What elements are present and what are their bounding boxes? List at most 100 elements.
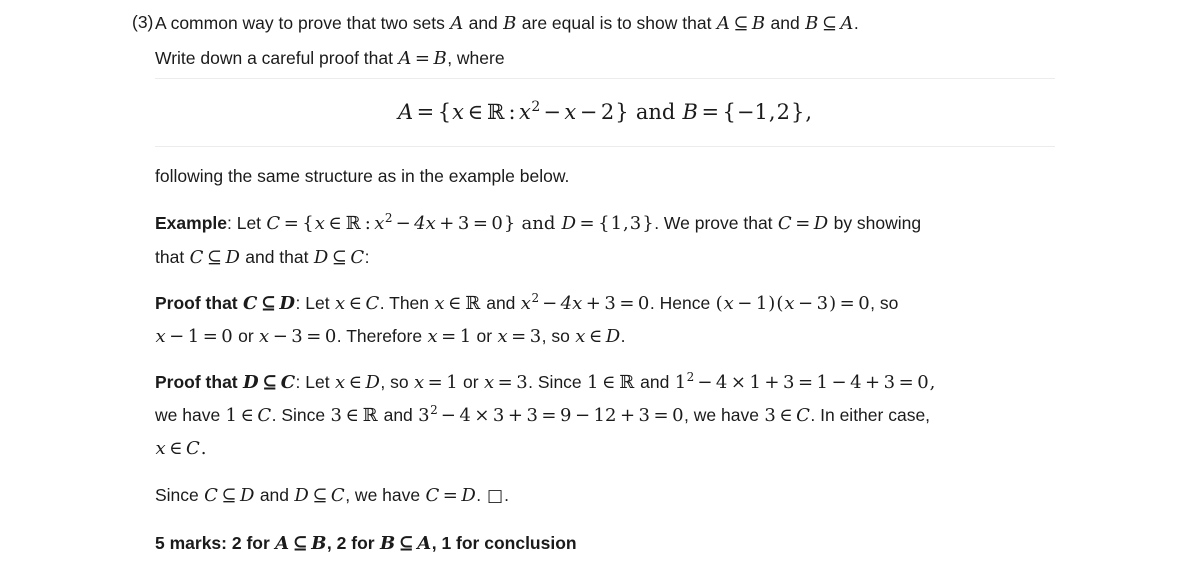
equals-sign: = (414, 48, 430, 69)
value-one: 1 (755, 293, 768, 314)
intro-line2-end: , where (447, 48, 505, 68)
period: . (504, 485, 509, 505)
value-three: 3 (529, 326, 542, 347)
set-var-x: x (314, 213, 325, 234)
equals-sign: = (795, 213, 811, 234)
equals-sign: = (797, 372, 814, 393)
so-text: , so (380, 372, 414, 392)
reals-symbol: ℝ (345, 213, 361, 234)
example-line-1: Example: Let C = {x ∈ ℝ: x2−4x +3 = 0} and D = {1,… (155, 212, 921, 235)
divider-bottom (155, 146, 1055, 147)
value-three: 3 (330, 405, 342, 426)
value-four: 4 (459, 405, 471, 426)
and-text: and (254, 485, 294, 505)
and-word (629, 100, 636, 124)
var-c: C (425, 485, 440, 506)
colon-let-text: : Let (295, 372, 335, 392)
or-text: or (233, 326, 259, 346)
reals-symbol: ℝ (487, 100, 505, 124)
var-d: D (561, 213, 577, 234)
set-brace-open: { (302, 213, 314, 234)
value-zero: 0 (637, 293, 650, 314)
minus-sign: − (395, 213, 411, 234)
intro-text-a: A common way to prove that two sets (155, 13, 450, 33)
and-word-text: and (635, 100, 676, 124)
paren-close: ) (768, 293, 776, 314)
three-squared-base: 3 (418, 405, 430, 426)
and-text: and (481, 293, 521, 313)
marks-prefix: 5 marks: 2 for (155, 533, 275, 553)
plus-sign: + (865, 372, 881, 393)
var-x: x (427, 326, 438, 347)
equals-sign: = (898, 372, 914, 393)
example-line2-end: : (364, 247, 370, 267)
times-icon: × (730, 372, 746, 393)
one-squared-base: 1 (674, 372, 687, 393)
since-text: Since (155, 485, 204, 505)
minus-sign: − (272, 326, 288, 347)
so-text: , so (870, 293, 899, 313)
var-c: C (266, 213, 281, 234)
equals-sign: = (472, 213, 488, 234)
divider-top (155, 78, 1055, 79)
var-x: x (334, 372, 346, 393)
minus-sign: − (798, 293, 814, 314)
var-c: C (777, 213, 792, 234)
set-brace-open: { (437, 100, 452, 124)
trailing-comma: , (805, 100, 813, 124)
term-4x: 4x (414, 213, 436, 234)
subset-icon: ⊆ (398, 533, 414, 554)
x-squared-base: x (374, 213, 385, 234)
var-d: D (813, 213, 829, 234)
element-of-icon: ∈ (169, 438, 183, 459)
by-showing-text: by showing (828, 213, 922, 233)
value-zero: 0 (917, 372, 929, 393)
rhs-brace-close: } (790, 100, 805, 124)
plus-sign: + (507, 405, 523, 426)
and-text: and (635, 372, 675, 392)
value-three: 3 (883, 372, 896, 393)
intro-line2-text: Write down a careful proof that (155, 48, 398, 68)
minus-sign: − (574, 405, 591, 426)
proof-dc-line-2: we have 1 ∈ C. Since 3 ∈ ℝ and 32−4 × 3 +3 = 9−12… (155, 404, 930, 427)
var-x: x (723, 293, 734, 314)
d-brace-open: { (598, 213, 610, 234)
subset-icon: ⊆ (221, 485, 237, 506)
minus-sign: − (737, 293, 753, 314)
value-zero: 0 (672, 405, 684, 426)
subset-icon: ⊆ (312, 485, 328, 506)
question-page: (3) A common way to prove that two sets … (0, 0, 1200, 568)
element-of-icon: ∈ (779, 405, 793, 426)
var-c: C (185, 438, 200, 459)
intro-text-c: are equal is to show that (516, 13, 717, 33)
var-d: D (243, 372, 259, 393)
var-x: x (434, 293, 445, 314)
equals-sign: = (653, 405, 669, 426)
that-text: that (155, 247, 190, 267)
eq-var-a: A (398, 48, 412, 69)
value-three: 3 (516, 372, 528, 393)
proof-cd-line-1: Proof that C ⊆ D: Let x ∈ C. Then x ∈ ℝ and x2… (155, 292, 898, 315)
element-of-icon: ∈ (588, 326, 603, 347)
element-of-icon: ∈ (345, 405, 359, 426)
reals-symbol: ℝ (465, 293, 481, 314)
since-text: . Since (271, 405, 330, 425)
exponent-two: 2 (531, 99, 541, 115)
var-c: C (257, 405, 272, 426)
subset-icon: ⊆ (733, 13, 749, 34)
value-zero: 0 (858, 293, 870, 314)
equals-sign: = (441, 326, 457, 347)
var-c: C (189, 247, 204, 268)
or-text: or (458, 372, 484, 392)
term-x: x (564, 100, 577, 124)
value-three: 3 (816, 293, 829, 314)
and-word: and (515, 213, 562, 234)
var-d: D (225, 247, 240, 268)
var-b: B (503, 13, 517, 34)
eq-lhs: A (397, 100, 414, 124)
equals-sign: = (416, 100, 435, 124)
equals-sign: = (579, 213, 595, 234)
element-of-icon: ∈ (601, 372, 616, 393)
element-of-icon: ∈ (348, 293, 362, 314)
